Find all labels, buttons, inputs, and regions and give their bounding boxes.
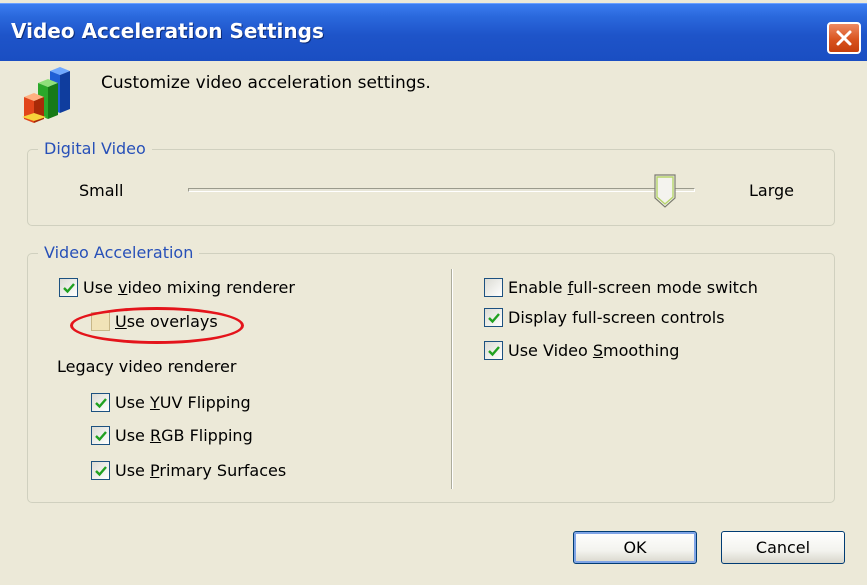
window-title: Video Acceleration Settings	[11, 19, 324, 43]
cancel-button[interactable]: Cancel	[721, 531, 845, 564]
ok-button[interactable]: OK	[573, 531, 697, 564]
slider-min-label: Small	[79, 181, 124, 200]
highlight-ellipse	[70, 307, 244, 344]
dialog-content: Customize video acceleration settings. D…	[0, 61, 867, 585]
use-yuv-flipping-label: Use YUV Flipping	[115, 393, 251, 412]
column-divider	[451, 269, 453, 489]
dialog-window: Video Acceleration Settings Customize vi…	[0, 0, 867, 585]
check-mark-icon	[62, 282, 75, 293]
check-mark-icon	[487, 345, 500, 356]
display-full-screen-controls-label: Display full-screen controls	[508, 308, 725, 327]
use-rgb-flipping-label: Use RGB Flipping	[115, 426, 253, 445]
display-full-screen-controls-checkbox[interactable]	[484, 308, 503, 327]
use-primary-surfaces-checkbox[interactable]	[91, 461, 110, 480]
use-yuv-flipping-option[interactable]: Use YUV Flipping	[91, 393, 251, 412]
use-rgb-flipping-option[interactable]: Use RGB Flipping	[91, 426, 253, 445]
check-mark-icon	[487, 312, 500, 323]
title-bar[interactable]: Video Acceleration Settings	[0, 3, 867, 61]
check-mark-icon	[94, 397, 107, 408]
bar-chart-icon	[22, 67, 70, 123]
display-full-screen-controls-option[interactable]: Display full-screen controls	[484, 308, 725, 327]
enable-full-screen-mode-switch-checkbox[interactable]	[484, 278, 503, 297]
slider-track[interactable]	[188, 188, 695, 192]
use-video-smoothing-checkbox[interactable]	[484, 341, 503, 360]
enable-full-screen-mode-switch-label: Enable full-screen mode switch	[508, 278, 758, 297]
header-description: Customize video acceleration settings.	[101, 73, 431, 93]
close-button[interactable]	[827, 22, 861, 54]
use-video-mixing-renderer-label: Use video mixing renderer	[83, 278, 295, 297]
digital-video-legend: Digital Video	[38, 139, 152, 158]
legacy-video-renderer-label: Legacy video renderer	[57, 357, 237, 376]
check-mark-icon	[94, 465, 107, 476]
use-primary-surfaces-label: Use Primary Surfaces	[115, 461, 287, 480]
use-video-mixing-renderer-checkbox[interactable]	[59, 278, 78, 297]
check-mark-icon	[94, 430, 107, 441]
use-primary-surfaces-option[interactable]: Use Primary Surfaces	[91, 461, 286, 480]
enable-full-screen-mode-switch-option[interactable]: Enable full-screen mode switch	[484, 278, 758, 297]
use-video-smoothing-label: Use Video Smoothing	[508, 341, 680, 360]
video-acceleration-legend: Video Acceleration	[38, 243, 200, 262]
use-video-smoothing-option[interactable]: Use Video Smoothing	[484, 341, 679, 360]
slider-max-label: Large	[749, 181, 795, 200]
use-yuv-flipping-checkbox[interactable]	[91, 393, 110, 412]
use-rgb-flipping-checkbox[interactable]	[91, 426, 110, 445]
close-x-icon	[836, 30, 852, 46]
use-video-mixing-renderer-option[interactable]: Use video mixing renderer	[59, 278, 295, 297]
slider-thumb[interactable]	[653, 174, 676, 208]
